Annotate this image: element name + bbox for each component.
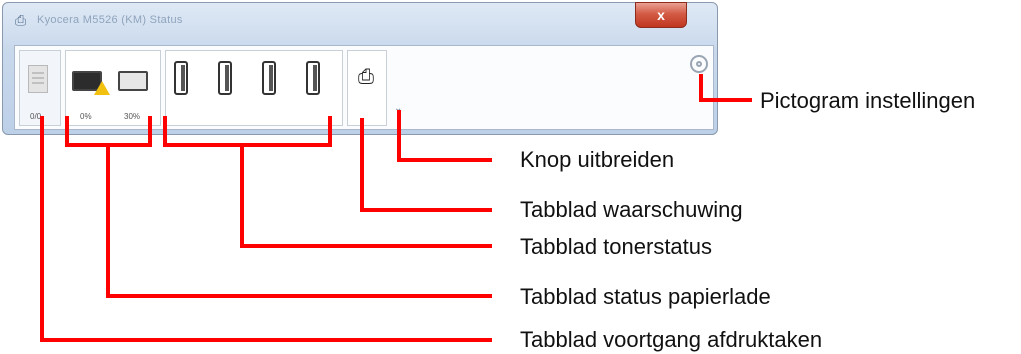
callout-line-alert <box>360 118 492 212</box>
callout-alert-tab: Tabblad waarschuwing <box>520 197 743 222</box>
callout-line-paper <box>106 145 492 298</box>
callout-toner-tab: Tabblad tonerstatus <box>520 234 713 259</box>
callout-lines <box>40 74 752 342</box>
callout-line-settings <box>699 74 752 102</box>
callout-settings-icon: Pictogram instellingen <box>760 88 976 113</box>
callout-bracket-paper <box>65 116 152 147</box>
callout-expand-button: Knop uitbreiden <box>520 147 675 172</box>
callout-bracket-toner <box>163 116 332 147</box>
callout-progress-tab: Tabblad voortgang afdruktaken <box>520 327 823 352</box>
callout-paper-tab: Tabblad status papierlade <box>520 284 771 309</box>
callout-line-expand <box>397 110 492 162</box>
